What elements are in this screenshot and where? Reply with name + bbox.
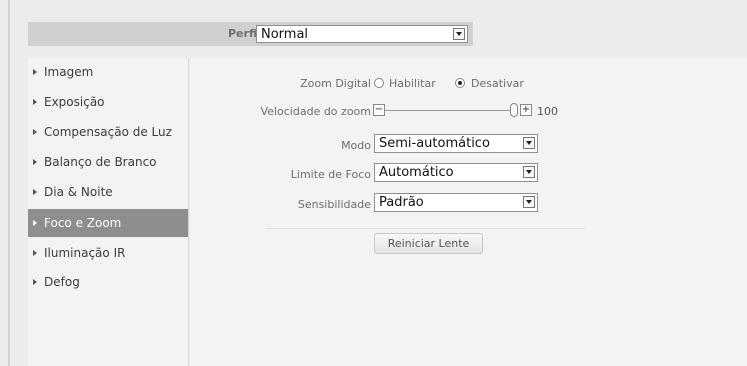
caret-right-icon <box>33 279 37 285</box>
caret-right-icon <box>33 99 37 105</box>
sidebar-item-exposicao[interactable]: Exposição <box>28 88 188 116</box>
zoom-speed-slider-thumb[interactable] <box>510 103 518 117</box>
sidebar-item-label: Balanço de Branco <box>44 155 157 169</box>
zoom-digital-enable-radio[interactable] <box>374 78 384 88</box>
sidebar-item-balanco-de-branco[interactable]: Balanço de Branco <box>28 148 188 176</box>
sensitivity-select[interactable]: Padrão <box>374 193 538 212</box>
sidebar-item-label: Dia & Noite <box>44 185 113 199</box>
sidebar-item-label: Compensação de Luz <box>44 125 172 139</box>
focus-zoom-panel: Zoom Digital Habilitar Desativar Velocid… <box>190 58 747 366</box>
zoom-speed-label: Velocidade do zoom <box>260 105 371 118</box>
caret-right-icon <box>33 250 37 256</box>
sidebar-item-label: Exposição <box>44 95 105 109</box>
sidebar-item-dia-e-noite[interactable]: Dia & Noite <box>28 178 188 206</box>
profile-header-bar: Perfil Normal <box>28 22 473 46</box>
left-border-line <box>8 0 10 366</box>
sidebar-item-foco-e-zoom[interactable]: Foco e Zoom <box>28 209 188 237</box>
chevron-down-icon[interactable] <box>453 28 465 40</box>
zoom-digital-disable-radio[interactable] <box>455 78 465 88</box>
zoom-digital-label: Zoom Digital <box>300 77 371 90</box>
chevron-down-icon[interactable] <box>523 196 535 208</box>
sidebar-item-label: Imagem <box>44 65 94 79</box>
mode-label: Modo <box>341 139 371 152</box>
section-divider <box>265 228 585 229</box>
zoom-speed-increase-button[interactable]: + <box>520 104 532 116</box>
caret-right-icon <box>33 159 37 165</box>
focus-limit-label: Limite de Foco <box>290 168 371 181</box>
sidebar-item-defog[interactable]: Defog <box>28 268 188 296</box>
sidebar-item-label: Foco e Zoom <box>44 216 122 230</box>
caret-right-icon <box>33 129 37 135</box>
focus-limit-select-value: Automático <box>379 165 454 180</box>
profile-select[interactable]: Normal <box>256 25 468 43</box>
caret-right-icon <box>33 69 37 75</box>
reset-lens-button[interactable]: Reiniciar Lente <box>374 233 483 254</box>
sidebar-item-compensacao-de-luz[interactable]: Compensação de Luz <box>28 118 188 146</box>
mode-select[interactable]: Semi-automático <box>374 134 538 153</box>
zoom-digital-disable-label: Desativar <box>471 77 524 90</box>
sensitivity-label: Sensibilidade <box>297 198 371 211</box>
sidebar-item-label: Defog <box>44 275 80 289</box>
sensitivity-select-value: Padrão <box>379 195 424 210</box>
sidebar-item-iluminacao-ir[interactable]: Iluminação IR <box>28 239 188 267</box>
zoom-speed-slider-track[interactable] <box>385 110 510 111</box>
sidebar-item-label: Iluminação IR <box>44 246 126 260</box>
mode-select-value: Semi-automático <box>379 136 490 151</box>
zoom-speed-value: 100 <box>537 105 558 118</box>
sidebar-item-imagem[interactable]: Imagem <box>28 58 188 86</box>
sidebar: Imagem Exposição Compensação de Luz Bala… <box>28 58 189 366</box>
chevron-down-icon[interactable] <box>523 137 535 149</box>
caret-right-icon <box>33 220 37 226</box>
zoom-speed-decrease-button[interactable]: − <box>373 104 385 116</box>
profile-select-value: Normal <box>261 27 309 42</box>
caret-right-icon <box>33 189 37 195</box>
focus-limit-select[interactable]: Automático <box>374 163 538 182</box>
zoom-digital-enable-label: Habilitar <box>389 77 436 90</box>
chevron-down-icon[interactable] <box>523 166 535 178</box>
